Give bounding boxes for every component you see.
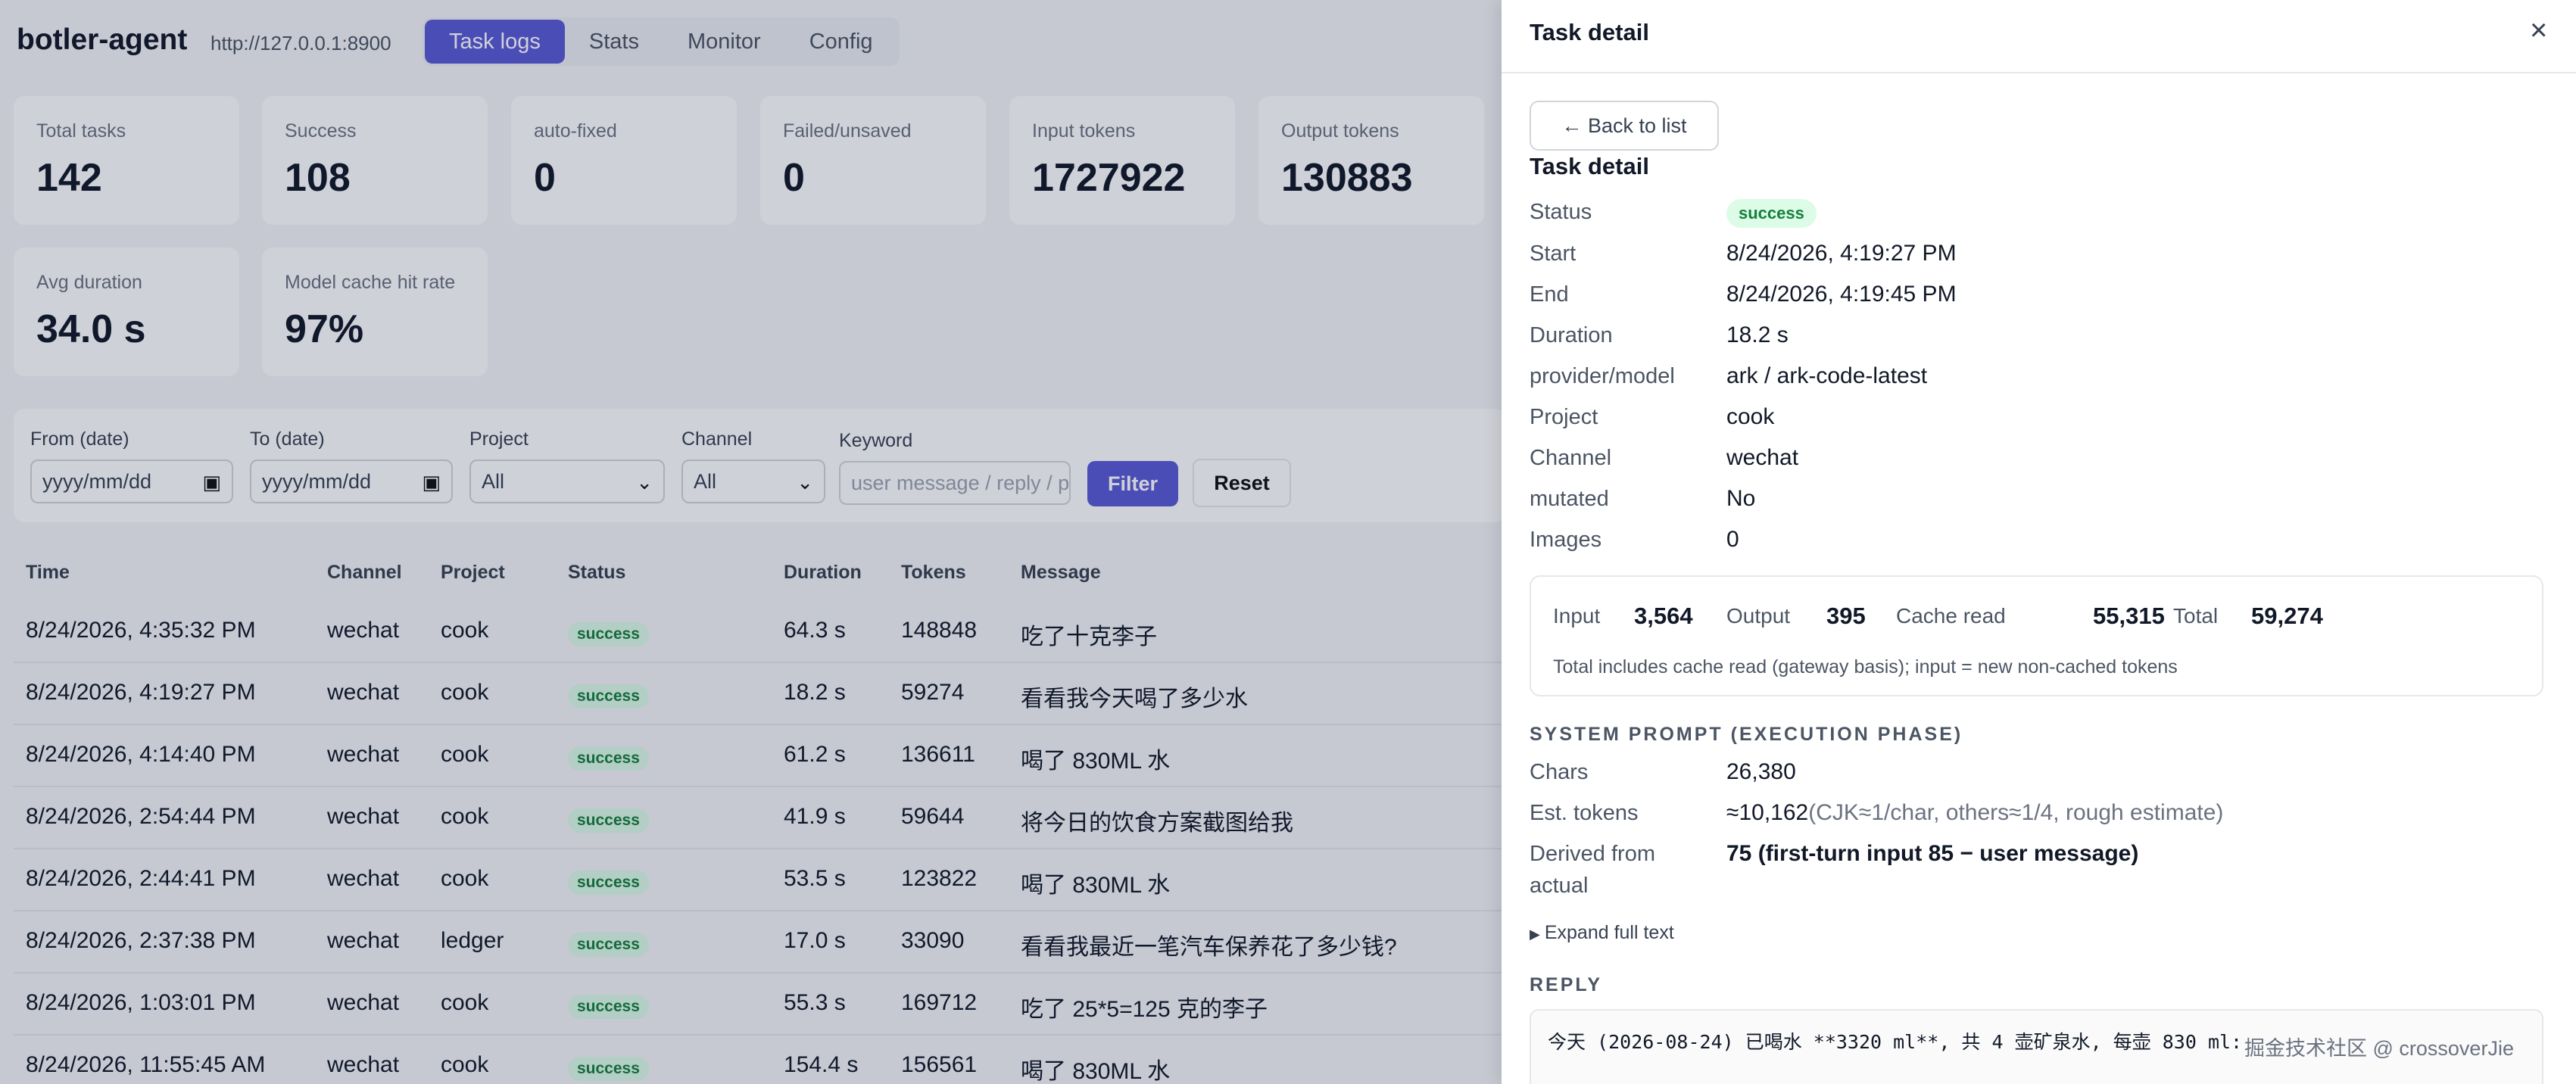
field-key: End — [1530, 282, 1569, 307]
token-input-value: 3,564 — [1634, 603, 1693, 629]
field-value: 8/24/2026, 4:19:27 PM — [1726, 241, 1957, 266]
token-cache-label: Cache read — [1896, 604, 2006, 628]
watermark: 掘金技术社区 @ crossoverJie — [2244, 1037, 2514, 1060]
est-tokens-number: ≈10,162 — [1726, 800, 1809, 825]
caret-right-icon: ▶ — [1530, 927, 1540, 942]
system-prompt-heading: SYSTEM PROMPT (EXECUTION PHASE) — [1530, 724, 1963, 745]
token-total-label: Total — [2173, 604, 2219, 628]
back-to-list-button[interactable]: ← Back to list — [1530, 101, 1719, 151]
derived-value: 75 (first-turn input 85 − user message) — [1726, 841, 2139, 866]
est-tokens-note: (CJK≈1/char, others≈1/4, rough estimate) — [1808, 800, 2224, 825]
field-key: Duration — [1530, 323, 1613, 347]
field-value: 18.2 s — [1726, 322, 1789, 347]
detail-subtitle: Task detail — [1530, 153, 1649, 179]
field-value: 0 — [1726, 527, 1739, 552]
field-value: wechat — [1726, 445, 1799, 470]
token-input-label: Input — [1553, 604, 1601, 628]
drawer-header: Task detail × — [1502, 0, 2576, 73]
field-key: Project — [1530, 405, 1598, 429]
field-key: Channel — [1530, 446, 1612, 470]
expand-full-text-toggle[interactable]: ▶ Expand full text — [1530, 922, 1674, 944]
field-key: Images — [1530, 528, 1602, 552]
field-key: Start — [1530, 241, 1576, 266]
field-key: Status — [1530, 200, 1592, 224]
derived-label: Derived from actual — [1530, 842, 1655, 898]
field-value: No — [1726, 486, 1756, 511]
chars-label: Chars — [1530, 760, 1589, 784]
chars-value: 26,380 — [1726, 759, 1796, 784]
field-value: 8/24/2026, 4:19:45 PM — [1726, 282, 1957, 307]
est-tokens-label: Est. tokens — [1530, 801, 1639, 825]
field-value: ark / ark-code-latest — [1726, 363, 1928, 388]
field-value: cook — [1726, 404, 1775, 429]
status-badge: success — [1726, 199, 1817, 228]
token-total-value: 59,274 — [2251, 603, 2323, 629]
reply-text: 今天 (2026-08-24) 已喝水 **3320 ml**, 共 4 壶矿泉… — [1548, 1031, 2243, 1053]
close-icon[interactable]: × — [2530, 15, 2547, 45]
field-key: provider/model — [1530, 364, 1675, 388]
expand-label: Expand full text — [1544, 922, 1674, 943]
task-detail-drawer: Task detail × ← Back to list Task detail… — [1502, 0, 2576, 1084]
field-key: mutated — [1530, 487, 1609, 511]
token-output-label: Output — [1726, 604, 1791, 628]
token-usage-box: Input 3,564 Output 395 Cache read 55,315… — [1530, 575, 2543, 696]
modal-overlay[interactable] — [0, 0, 1502, 1084]
token-cache-value: 55,315 — [2093, 603, 2165, 629]
token-note: Total includes cache read (gateway basis… — [1553, 656, 2178, 678]
est-tokens-value: ≈10,162(CJK≈1/char, others≈1/4, rough es… — [1726, 797, 2223, 829]
token-output-value: 395 — [1826, 603, 1866, 629]
drawer-title: Task detail — [1530, 19, 1649, 45]
reply-heading: REPLY — [1530, 974, 1603, 995]
